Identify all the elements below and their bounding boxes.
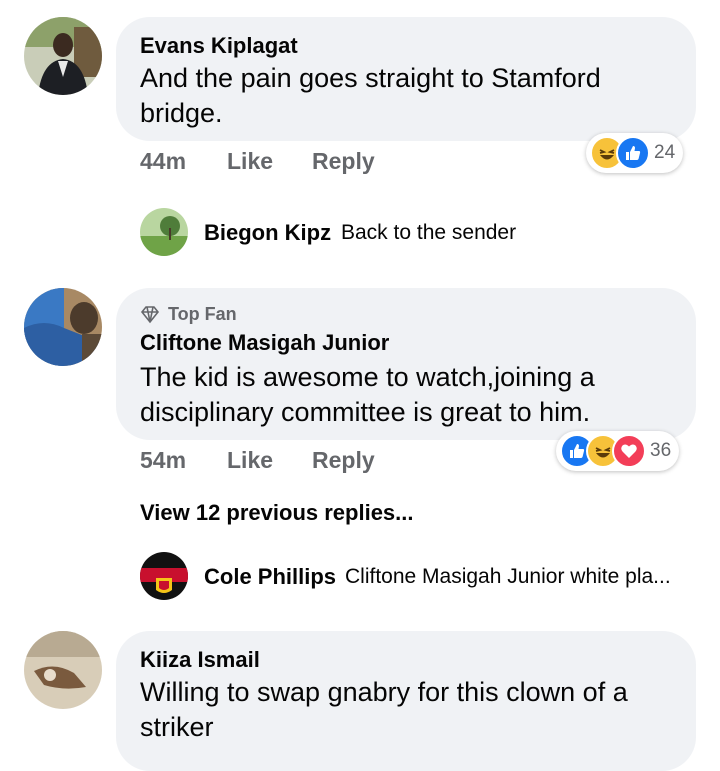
comment-bubble: Kiiza Ismail Willing to swap gnabry for …: [116, 631, 696, 771]
avatar[interactable]: [24, 288, 102, 366]
comment-text: Willing to swap gnabry for this clown of…: [140, 677, 628, 742]
comment-bubble: Top Fan Cliftone Masigah Junior The kid …: [116, 288, 696, 440]
reaction-count: 24: [654, 142, 676, 163]
like-button[interactable]: Like: [227, 148, 273, 175]
reactions-summary[interactable]: 24: [586, 133, 684, 173]
comment-text: The kid is awesome to watch,joining a di…: [140, 362, 595, 427]
view-previous-replies-link[interactable]: View 12 previous replies...: [140, 500, 414, 526]
reply-author[interactable]: Biegon Kipz: [204, 220, 331, 246]
comment-time: 44m: [140, 148, 187, 174]
comment-text: And the pain goes straight to Stamford b…: [140, 63, 601, 128]
comment-author[interactable]: Evans Kiplagat: [140, 33, 298, 59]
reply-text: Back to the sender: [341, 221, 517, 244]
love-icon: [612, 434, 646, 468]
comment-author[interactable]: Cliftone Masigah Junior: [140, 330, 389, 356]
reply-avatar[interactable]: [140, 208, 188, 256]
reply-button[interactable]: Reply: [312, 447, 375, 474]
reply-author[interactable]: Cole Phillips: [204, 564, 336, 590]
reply-button[interactable]: Reply: [312, 148, 375, 175]
reaction-count: 36: [650, 440, 672, 461]
top-fan-label: Top Fan: [168, 304, 237, 324]
comment-time: 54m: [140, 447, 187, 473]
top-fan-badge: Top Fan: [140, 304, 237, 325]
diamond-icon: [140, 305, 160, 323]
comment-author[interactable]: Kiiza Ismail: [140, 647, 260, 673]
like-button[interactable]: Like: [227, 447, 273, 474]
comment-bubble: Evans Kiplagat And the pain goes straigh…: [116, 17, 696, 141]
avatar[interactable]: [24, 631, 102, 709]
reactions-summary[interactable]: 36: [556, 431, 680, 471]
reply-text: Cliftone Masigah Junior white pla...: [345, 565, 671, 588]
reply-avatar[interactable]: [140, 552, 188, 600]
avatar[interactable]: [24, 17, 102, 95]
like-icon: [616, 136, 650, 170]
